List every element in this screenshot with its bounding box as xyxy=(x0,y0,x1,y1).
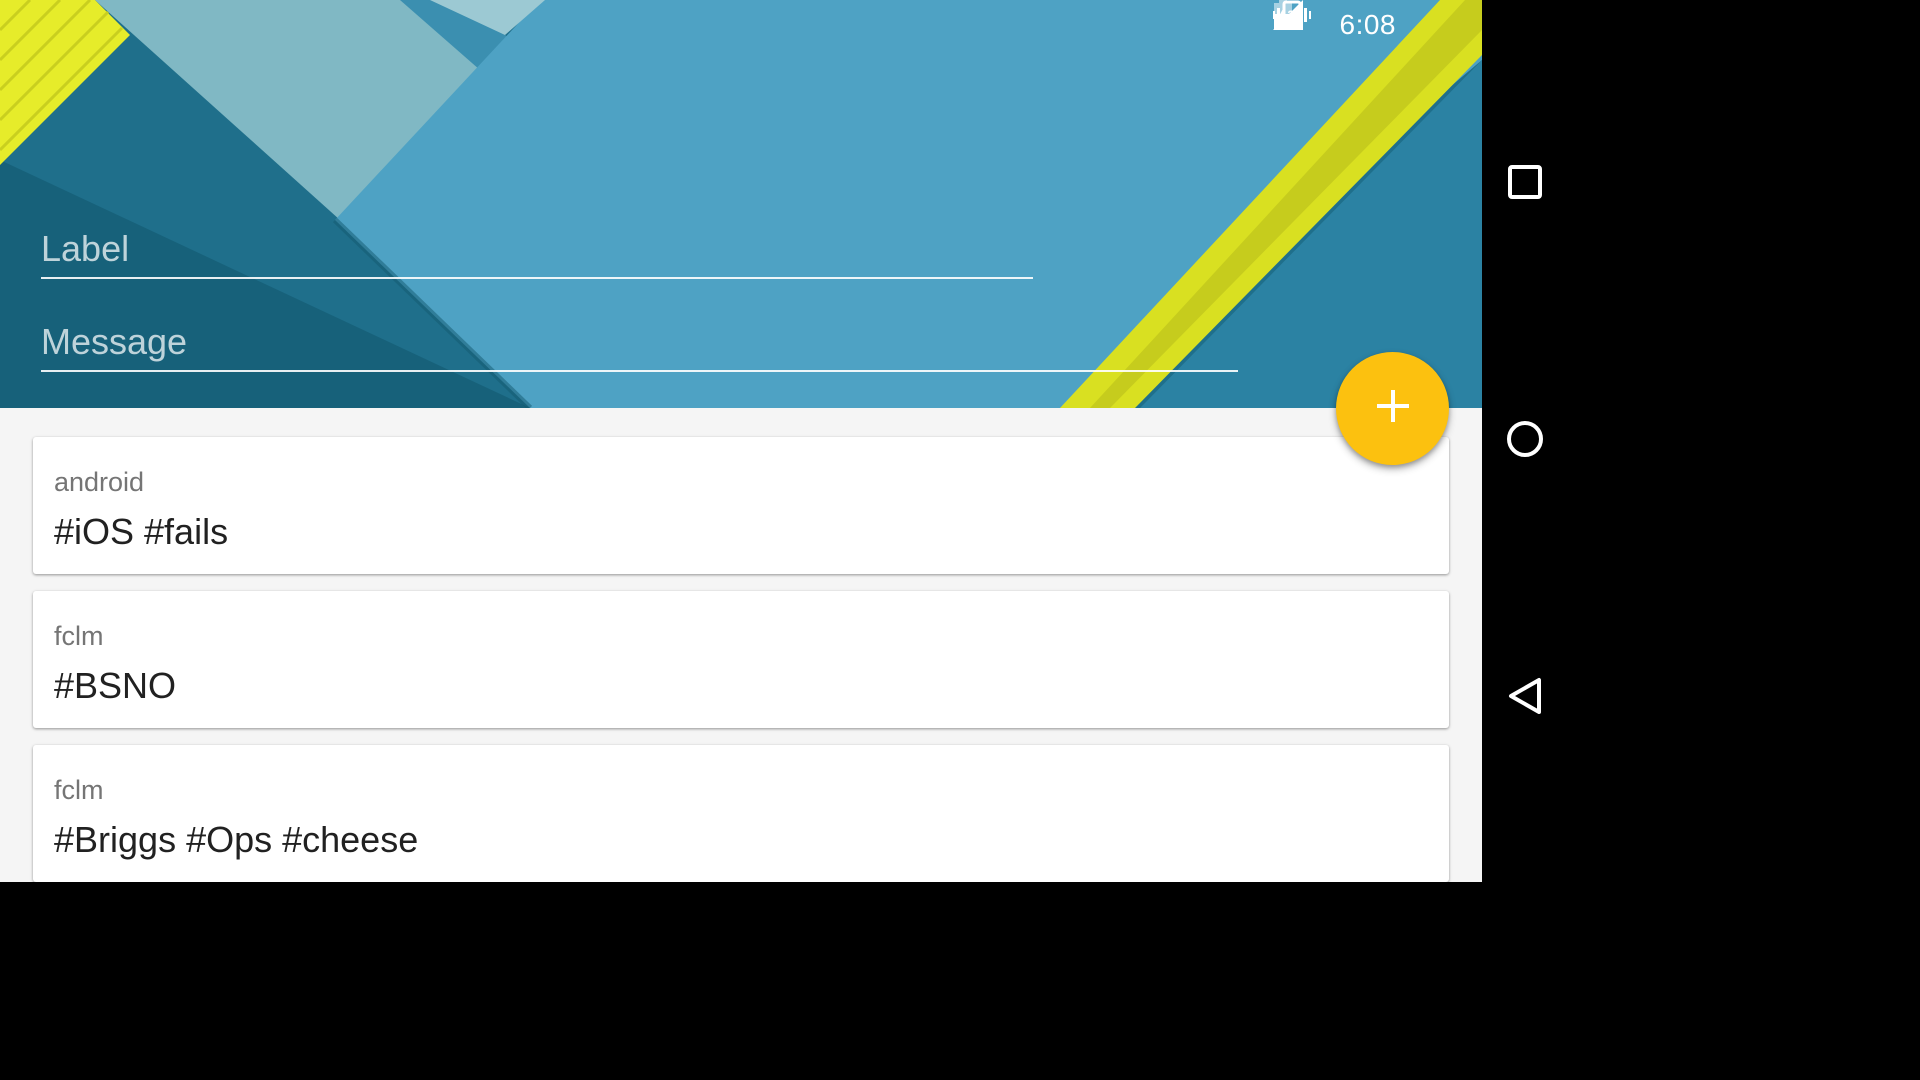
header-wallpaper: 3G 6:08 Label Message xyxy=(0,0,1482,408)
message-card-label: android xyxy=(54,467,145,497)
navigation-bar xyxy=(1482,0,1568,882)
app-screen: 3G 6:08 Label Message xyxy=(0,0,1568,882)
label-input[interactable]: Label xyxy=(41,226,1033,279)
message-card-label: fclm xyxy=(54,621,104,651)
back-icon xyxy=(1507,676,1543,721)
home-button[interactable] xyxy=(1495,411,1555,471)
message-input[interactable]: Message xyxy=(41,319,1238,372)
status-bar: 3G 6:08 xyxy=(1273,0,1396,50)
message-input-placeholder: Message xyxy=(41,321,188,362)
message-card-text: #BSNO xyxy=(54,665,177,706)
add-message-button[interactable] xyxy=(1336,352,1449,465)
plus-icon xyxy=(1375,388,1411,429)
back-button[interactable] xyxy=(1495,668,1555,728)
message-card-text: #Briggs #Ops #cheese xyxy=(54,819,419,860)
home-icon xyxy=(1505,419,1545,464)
clock: 6:08 xyxy=(1339,9,1396,40)
message-card[interactable]: android #iOS #fails xyxy=(33,437,1449,574)
message-card-label: fclm xyxy=(54,775,104,805)
message-card-text: #iOS #fails xyxy=(54,511,229,552)
message-card[interactable]: fclm #Briggs #Ops #cheese xyxy=(33,745,1449,882)
message-card[interactable]: fclm #BSNO xyxy=(33,591,1449,728)
recents-button[interactable] xyxy=(1495,154,1555,214)
message-list: android #iOS #fails fclm #BSNO fclm #Bri… xyxy=(0,408,1482,882)
label-input-placeholder: Label xyxy=(41,228,130,269)
recents-icon xyxy=(1507,164,1543,205)
